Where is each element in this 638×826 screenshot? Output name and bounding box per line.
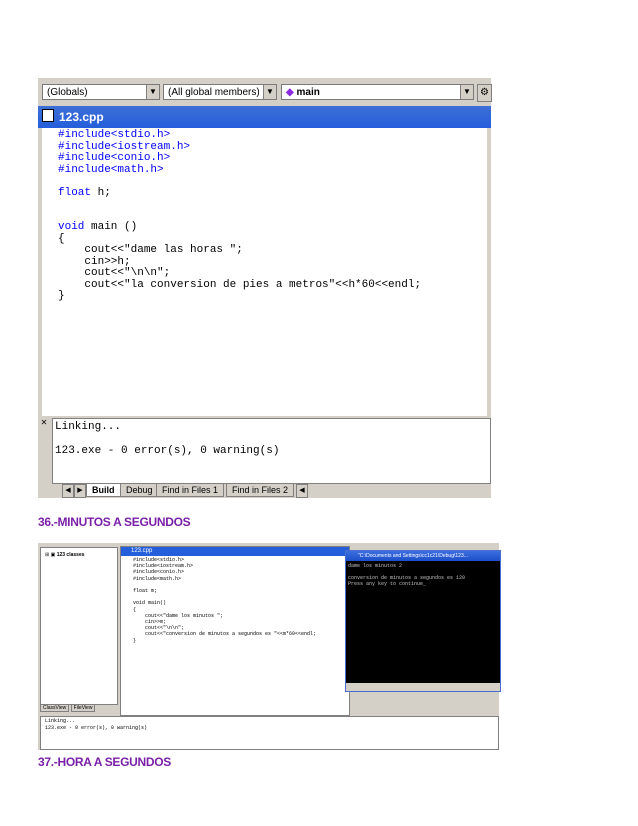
classview-panel[interactable]: ⊞ ▣ 123 classes: [40, 547, 118, 705]
tab-next-icon[interactable]: ▶: [74, 484, 86, 498]
source-code: #include<stdio.h> #include<iostream.h> #in…: [42, 128, 487, 303]
section-heading-36: 36.-MINUTOS A SEGUNDOS: [38, 515, 191, 529]
code-line: float h;: [58, 186, 111, 199]
chevron-down-icon[interactable]: ▼: [460, 85, 473, 99]
code-line: cout<<"la conversion de pies a metros"<<…: [58, 278, 422, 291]
chevron-down-icon[interactable]: ▼: [146, 85, 159, 99]
output-gutter: ✕: [38, 418, 50, 484]
output-tabs: ◀ ▶ Build Debug Find in Files 1 Find in …: [52, 484, 491, 498]
tab-debug[interactable]: Debug: [120, 484, 159, 497]
code-editor[interactable]: #include<stdio.h> #include<iostream.h> #in…: [38, 128, 487, 416]
output-line-result: 123.exe - 0 error(s), 0 warning(s): [55, 445, 280, 457]
tab-build[interactable]: Build: [86, 484, 121, 497]
tab-find-in-files-1[interactable]: Find in Files 1: [156, 484, 225, 497]
console-title: "C:\Documents and Settings\cc1c21\Debug\…: [346, 551, 500, 561]
code-line: cout<<"dame las horas ";: [58, 244, 243, 256]
document-icon: [42, 109, 54, 122]
ide-screenshot-1: (Globals) ▼ (All global members) ▼ ◆ mai…: [38, 78, 492, 498]
tab-find-in-files-2[interactable]: Find in Files 2: [226, 484, 295, 497]
output-window-2[interactable]: Linking... 123.exe - 0 error(s), 0 warni…: [40, 716, 499, 750]
scope-value: (Globals): [47, 87, 88, 98]
output-line-linking: Linking...: [55, 421, 122, 433]
wizard-action-icon[interactable]: ⚙: [477, 84, 492, 102]
tab-classview[interactable]: ClassView: [40, 704, 70, 712]
editor-title: 123.cpp: [59, 110, 104, 124]
class-tree-root[interactable]: ⊞ ▣ 123 classes: [45, 552, 85, 558]
code-line: cout<<"\n\n";: [58, 267, 171, 279]
code-editor-2[interactable]: 123.cpp #include<stdio.h> #include<iostr…: [120, 546, 350, 716]
code-line: void main (): [58, 221, 138, 233]
workspace-tabs: ClassView FileView: [40, 704, 116, 713]
members-value: (All global members): [168, 87, 260, 98]
output2-line-linking: Linking...: [45, 718, 76, 724]
console-window[interactable]: "C:\Documents and Settings\cc1c21\Debug\…: [345, 550, 501, 692]
function-value: main: [296, 87, 320, 98]
members-dropdown[interactable]: (All global members) ▼: [163, 84, 277, 100]
function-icon: ◆: [286, 87, 294, 98]
output-window: ✕ Linking... 123.exe - 0 error(s), 0 war…: [38, 418, 491, 484]
editor-titlebar: 123.cpp: [38, 106, 491, 128]
source-code-2: #include<stdio.h> #include<iostream.h> #…: [133, 557, 317, 644]
ide-screenshot-2: ⊞ ▣ 123 classes ClassView FileView 123.c…: [38, 543, 501, 750]
function-dropdown[interactable]: ◆ main ▼: [281, 84, 474, 100]
close-icon[interactable]: ✕: [38, 418, 50, 427]
scope-dropdown[interactable]: (Globals) ▼: [42, 84, 160, 100]
tab-fileview[interactable]: FileView: [70, 704, 96, 712]
code-line: }: [58, 290, 65, 302]
section-heading-37: 37.-HORA A SEGUNDOS: [38, 755, 171, 769]
tab-prev-icon[interactable]: ◀: [62, 484, 74, 498]
output-panel[interactable]: Linking... 123.exe - 0 error(s), 0 warni…: [52, 418, 491, 484]
tab-scroll-left-icon[interactable]: ◀: [296, 484, 308, 498]
chevron-down-icon[interactable]: ▼: [263, 85, 276, 99]
output2-line-result: 123.exe - 0 error(s), 0 warning(s): [45, 725, 148, 731]
code-line: #include<math.h>: [58, 163, 164, 176]
editor-title-2: 123.cpp: [121, 547, 349, 556]
console-scrollbar[interactable]: [346, 683, 500, 691]
console-output: dame los minutos 2 conversion de minutos…: [348, 563, 466, 587]
